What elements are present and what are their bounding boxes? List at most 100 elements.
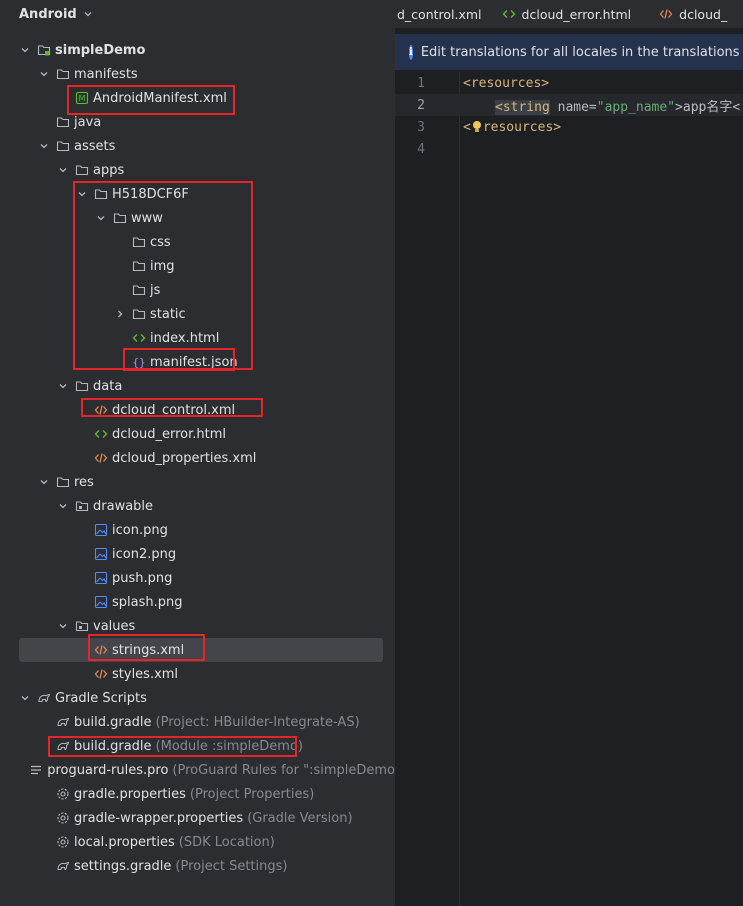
tree-row-www[interactable]: www	[0, 206, 395, 230]
tree-item-label: AndroidManifest.xml	[93, 90, 227, 106]
tree-row-settings-gradle[interactable]: settings.gradle (Project Settings)	[0, 854, 395, 878]
tree-row-build-gradle[interactable]: build.gradle (Module :simpleDemo)	[0, 734, 395, 758]
tree-item-label: values	[93, 618, 136, 634]
code-token: "app_name"	[596, 99, 676, 115]
tree-row-styles-xml[interactable]: styles.xml	[0, 662, 395, 686]
tree-row-css[interactable]: css	[0, 230, 395, 254]
project-view-title: Android	[19, 6, 77, 22]
chevron-right-icon[interactable]	[114, 308, 126, 320]
tree-row-values[interactable]: values	[0, 614, 395, 638]
res-folder-icon	[75, 619, 89, 633]
tree-row-js[interactable]: js	[0, 278, 395, 302]
tree-item-label: drawable	[93, 498, 154, 514]
tree-row-simpledemo[interactable]: simpleDemo	[0, 38, 395, 62]
tab-label: d_control.xml	[397, 6, 482, 22]
tree-item-hint: (Project Settings)	[175, 858, 288, 874]
chevron-down-icon[interactable]	[76, 188, 88, 200]
tree-row-static[interactable]: static	[0, 302, 395, 326]
settings-icon	[56, 787, 70, 801]
folder-icon	[132, 235, 146, 249]
tree-row-strings-xml[interactable]: strings.xml	[0, 638, 395, 662]
tree-row-dcloud-properties-xml[interactable]: dcloud_properties.xml	[0, 446, 395, 470]
folder-icon	[132, 307, 146, 321]
tree-row-build-gradle[interactable]: build.gradle (Project: HBuilder-Integrate…	[0, 710, 395, 734]
xml-file-icon	[659, 7, 673, 21]
chevron-down-icon[interactable]	[57, 164, 69, 176]
chevron-down-icon[interactable]	[38, 68, 50, 80]
lightbulb-icon[interactable]	[471, 120, 483, 134]
project-view-selector[interactable]: Android	[0, 0, 395, 28]
tree-row-local-properties[interactable]: local.properties (SDK Location)	[0, 830, 395, 854]
line-number: 4	[417, 141, 425, 157]
code-text: < resources>	[463, 120, 561, 135]
tree-item-label: icon2.png	[112, 546, 177, 562]
tree-row-dcloud-error-html[interactable]: dcloud_error.html	[0, 422, 395, 446]
tab-dcloud-control[interactable]: d_control.xml	[395, 0, 492, 28]
tree-row-res[interactable]: res	[0, 470, 395, 494]
tree-item-hint: (Project: HBuilder-Integrate-AS)	[155, 714, 360, 730]
chevron-down-icon[interactable]	[57, 380, 69, 392]
tree-row-manifest-json[interactable]: {} manifest.json	[0, 350, 395, 374]
tab-dcloud-error[interactable]: dcloud_error.html	[492, 0, 642, 28]
tab-dcloud-properties[interactable]: dcloud_	[641, 0, 737, 28]
tree-item-hint: (Gradle Version)	[247, 810, 353, 826]
tree-item-label: java	[74, 114, 102, 130]
tree-row-splash-png[interactable]: splash.png	[0, 590, 395, 614]
tree-item-label: data	[93, 378, 123, 394]
tree-row-index-html[interactable]: index.html	[0, 326, 395, 350]
xml-file-icon	[94, 667, 108, 681]
tree-row-data[interactable]: data	[0, 374, 395, 398]
tree-row-androidmanifest-xml[interactable]: M AndroidManifest.xml	[0, 86, 395, 110]
tree-item-label: build.gradle	[74, 738, 152, 754]
tree-item-label: push.png	[112, 570, 173, 586]
chevron-down-icon[interactable]	[95, 212, 107, 224]
tree-item-label: simpleDemo	[55, 42, 146, 58]
line-number: 3	[417, 119, 425, 135]
tree-item-label: www	[131, 210, 163, 226]
tree-row-apps[interactable]: apps	[0, 158, 395, 182]
tree-row-manifests[interactable]: manifests	[0, 62, 395, 86]
tree-row-gradle-properties[interactable]: gradle.properties (Project Properties)	[0, 782, 395, 806]
chevron-down-icon[interactable]	[19, 692, 31, 704]
tree-row-icon-png[interactable]: icon.png	[0, 518, 395, 542]
tree-row-icon2-png[interactable]: icon2.png	[0, 542, 395, 566]
tree-item-hint: (SDK Location)	[178, 834, 275, 850]
tree-row-gradle-scripts[interactable]: Gradle Scripts	[0, 686, 395, 710]
tree-row-gradle-wrapper-properties[interactable]: gradle-wrapper.properties (Gradle Version…	[0, 806, 395, 830]
tree-row-push-png[interactable]: push.png	[0, 566, 395, 590]
folder-icon	[132, 259, 146, 273]
chevron-down-icon[interactable]	[57, 620, 69, 632]
tree-row-assets[interactable]: assets	[0, 134, 395, 158]
tree-row-dcloud-control-xml[interactable]: dcloud_control.xml	[0, 398, 395, 422]
settings-icon	[56, 811, 70, 825]
html-file-icon	[502, 7, 516, 21]
chevron-down-icon[interactable]	[19, 44, 31, 56]
tree-item-label: strings.xml	[112, 642, 185, 658]
tree-item-label: manifest.json	[150, 354, 238, 370]
tree-item-label: proguard-rules.pro	[47, 762, 169, 778]
translations-editor-banner[interactable]: i Edit translations for all locales in t…	[395, 34, 743, 70]
tree-item-label: H518DCF6F	[112, 186, 189, 202]
chevron-down-icon[interactable]	[57, 500, 69, 512]
tree-item-label: css	[150, 234, 171, 250]
tree-row-h518dcf6f[interactable]: H518DCF6F	[0, 182, 395, 206]
folder-icon	[75, 163, 89, 177]
chevron-down-icon[interactable]	[38, 140, 50, 152]
tree-row-drawable[interactable]: drawable	[0, 494, 395, 518]
tree-row-proguard-rules-pro[interactable]: proguard-rules.pro (ProGuard Rules for ":…	[0, 758, 395, 782]
tree-row-img[interactable]: img	[0, 254, 395, 278]
chevron-down-icon[interactable]	[38, 476, 50, 488]
tree-row-java[interactable]: java	[0, 110, 395, 134]
